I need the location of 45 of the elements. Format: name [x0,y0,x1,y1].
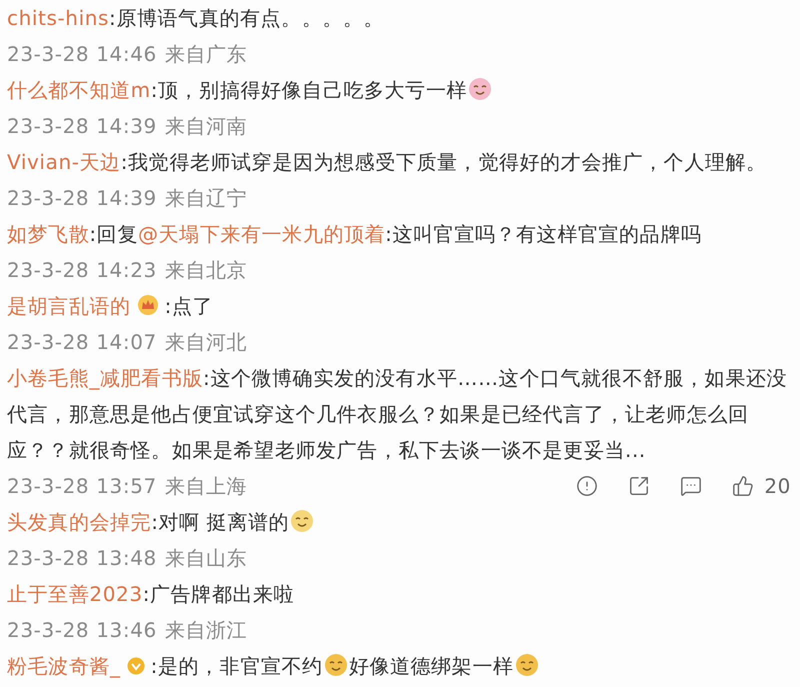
comment-text: 什么都不知道m:顶，别搞得好像自己吃多大亏一样 [7,72,793,108]
comment-text: Vivian-天边:我觉得老师试穿是因为想感受下质量，觉得好的才会推广，个人理解。 [7,149,768,176]
username-link[interactable]: 粉毛波奇酱_ [7,654,121,678]
comment-location: 来自北京 [164,257,248,284]
comment-time: 23-3-28 14:46 [7,41,157,68]
username-link[interactable]: 止于至善2023 [7,582,143,606]
share-button[interactable] [628,475,650,497]
comment-location: 来自辽宁 [164,185,248,212]
comment-time: 23-3-28 14:23 [7,257,157,284]
comment-time: 23-3-28 14:07 [7,329,157,356]
username-link[interactable]: 小卷毛熊_减肥看书版 [7,366,203,390]
username-link[interactable]: 是胡言乱语的 [7,294,131,318]
comment-text: 头发真的会掉完:对啊 挺离谱的 [7,504,793,540]
comment-text: 如梦飞散:回复@天塌下来有一米九的顶着:这叫官宣吗？有这样官宣的品牌吗 [7,221,702,248]
verified-badge-icon [126,657,145,675]
thumbs-up-icon [732,475,754,497]
username-link[interactable]: 如梦飞散 [7,222,90,246]
username-link[interactable]: Vivian-天边 [7,150,121,174]
comment-time: 23-3-28 14:39 [7,113,157,140]
comment-location: 来自上海 [164,473,248,500]
comment-text: 是胡言乱语的 :点了 [7,293,214,320]
comment-text: 粉毛波奇酱_ :是的，非官宣不约 好像道德绑架一样 [7,648,793,684]
report-button[interactable] [576,475,598,497]
comment-button[interactable] [680,475,702,497]
comment-text: chits-hins:原博语气真的有点。。。。。 [7,5,386,32]
username-link[interactable]: 什么都不知道m [7,78,151,102]
comment-location: 来自广东 [164,41,248,68]
comment-time: 23-3-28 13:57 [7,473,157,500]
comment-location: 来自山东 [164,545,248,572]
alert-icon [576,475,598,497]
comment-location: 来自河北 [164,329,248,356]
comment-time: 23-3-28 13:48 [7,545,157,572]
share-icon [628,475,650,497]
comment-text: 止于至善2023:广告牌都出来啦 [7,581,296,608]
username-link[interactable]: 头发真的会掉完 [7,510,152,534]
comment-icon [680,475,702,497]
comment-text: 小卷毛熊_减肥看书版:这个微博确实发的没有水平……这个口气就很不舒服，如果还没代言，那意思是他占便宜试穿这个几件衣服么？如果是已经代言了，让老师怎么回应？？就很奇怪。如果是希望老师发广告，私下去谈一谈不是更妥当... [7,365,788,464]
comment-time: 23-3-28 13:46 [7,617,157,644]
like-button[interactable]: 20 [732,468,791,504]
comment-location: 来自河南 [164,113,248,140]
comment-time: 23-3-28 14:39 [7,185,157,212]
username-link[interactable]: chits-hins [7,6,110,30]
crown-badge-icon [136,294,159,316]
comment-location: 来自浙江 [164,617,248,644]
mention-link[interactable]: @天塌下来有一米九的顶着 [138,222,386,246]
